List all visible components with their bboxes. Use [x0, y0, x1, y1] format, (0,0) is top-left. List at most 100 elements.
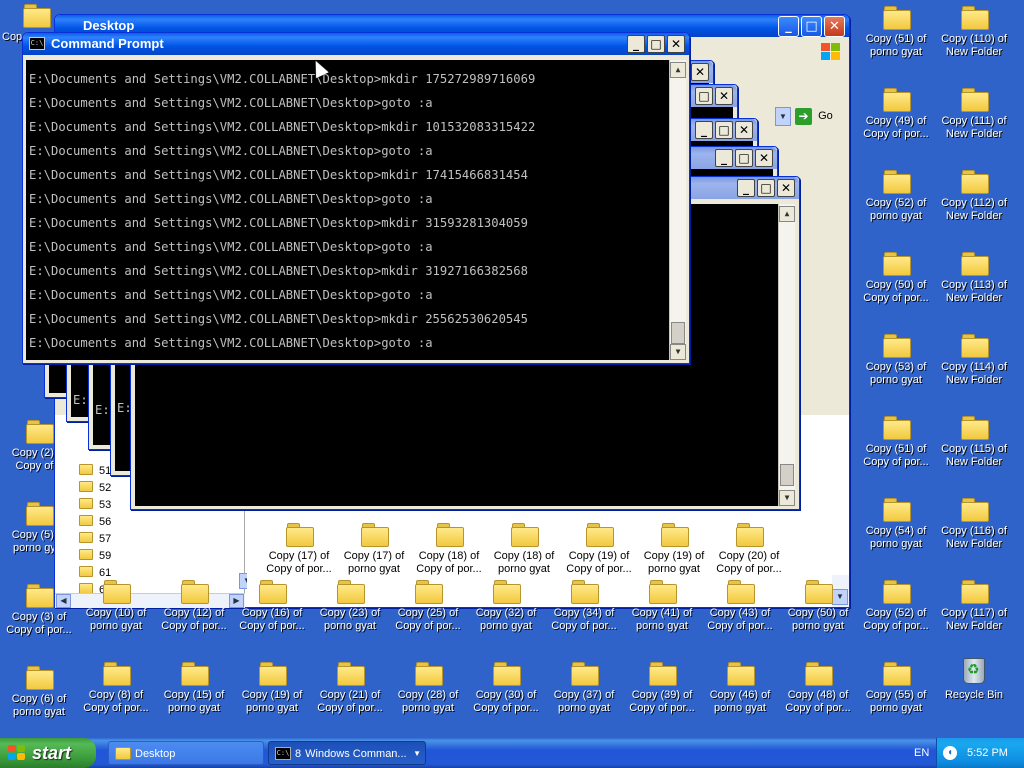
icon-label: porno gyat	[792, 620, 844, 632]
taskbar-button-label: Windows Comman...	[305, 748, 407, 760]
minimize-button[interactable]: _	[695, 121, 713, 139]
cmd-scrollbar[interactable]: ▲ ▼	[669, 60, 686, 360]
desktop-icon[interactable]: Copy (52) of Copy of por...	[858, 580, 934, 633]
desktop-icon[interactable]: Copy (30) of Copy of por...	[468, 662, 544, 715]
scroll-thumb[interactable]	[671, 322, 685, 344]
icon-label: Copy (116) of	[941, 525, 1007, 537]
start-button[interactable]: start	[0, 738, 96, 768]
address-dropdown-button[interactable]: ▼	[775, 107, 791, 126]
maximize-button[interactable]: □	[715, 121, 733, 139]
file-item[interactable]: Copy (17) of porno gyat	[336, 523, 412, 576]
desktop-icon[interactable]: Copy (51) of porno gyat	[858, 6, 934, 59]
close-button[interactable]: ✕	[824, 16, 845, 37]
desktop-icon[interactable]: Copy (116) of New Folder	[936, 498, 1012, 551]
desktop-icon[interactable]: Copy (50) of porno gyat	[780, 580, 856, 633]
language-indicator[interactable]: EN	[914, 738, 929, 768]
desktop-icon[interactable]: Copy (51) of Copy of por...	[858, 416, 934, 469]
desktop-icon[interactable]: Copy (16) of Copy of por...	[234, 580, 310, 633]
close-button[interactable]: ✕	[667, 35, 685, 53]
maximize-button[interactable]: □	[647, 35, 665, 53]
scroll-up-arrow[interactable]: ▲	[779, 206, 795, 222]
desktop-icon[interactable]: Copy (55) of porno gyat	[858, 662, 934, 715]
go-button[interactable]: ➔ Go	[795, 107, 839, 126]
icon-label: New Folder	[945, 620, 1003, 632]
desktop-icon[interactable]: Copy (41) of porno gyat	[624, 580, 700, 633]
cmd-console[interactable]: E:\Documents and Settings\VM2.COLLABNET\…	[26, 60, 686, 360]
desktop-icon[interactable]: Copy (117) of New Folder	[936, 580, 1012, 633]
desktop-icon[interactable]: Copy (48) of Copy of por...	[780, 662, 856, 715]
desktop-icon[interactable]: Copy (19) of porno gyat	[234, 662, 310, 715]
desktop-icon[interactable]: Copy (113) of New Folder	[936, 252, 1012, 305]
file-item[interactable]: Copy (18) of porno gyat	[486, 523, 562, 576]
desktop-icon[interactable]: Copy (111) of New Folder	[936, 88, 1012, 141]
desktop-icon[interactable]: Copy (25) of Copy of por...	[390, 580, 466, 633]
minimize-button[interactable]: _	[737, 179, 755, 197]
desktop-icon[interactable]: Copy (53) of porno gyat	[858, 334, 934, 387]
file-item[interactable]: Copy (19) of Copy of por...	[561, 523, 637, 576]
close-button[interactable]: ✕	[735, 121, 753, 139]
tree-item[interactable]: 51	[79, 463, 111, 480]
desktop-icon[interactable]: Copy (39) of Copy of por...	[624, 662, 700, 715]
desktop-icon[interactable]: Copy (15) of porno gyat	[156, 662, 232, 715]
desktop-icon[interactable]: Copy (8) of Copy of por...	[78, 662, 154, 715]
desktop-icon[interactable]: Copy (112) of New Folder	[936, 170, 1012, 223]
desktop-icon[interactable]: Copy (115) of New Folder	[936, 416, 1012, 469]
desktop-icon[interactable]: Copy (52) of porno gyat	[858, 170, 934, 223]
console-line: E:\Documents and Settings\VM2.COLLABNET\…	[29, 168, 528, 182]
tree-item[interactable]: 52	[79, 480, 111, 497]
minimize-button[interactable]: _	[627, 35, 645, 53]
maximize-button[interactable]: □	[801, 16, 822, 37]
close-button[interactable]: ✕	[715, 87, 733, 105]
scroll-left-arrow[interactable]: ◀	[56, 594, 71, 608]
minimize-button[interactable]: _	[715, 149, 733, 167]
desktop-icon[interactable]: Copy (32) of porno gyat	[468, 580, 544, 633]
desktop-icon[interactable]: Copy (54) of porno gyat	[858, 498, 934, 551]
desktop-icon[interactable]: Copy (114) of New Folder	[936, 334, 1012, 387]
clock[interactable]: 5:52 PM	[967, 738, 1008, 768]
cmd-titlebar[interactable]: C:\ Command Prompt _ □ ✕	[23, 33, 689, 55]
maximize-button[interactable]: □	[735, 149, 753, 167]
folder-icon	[883, 88, 911, 112]
tree-item[interactable]: 57	[79, 531, 111, 548]
scroll-down-arrow[interactable]: ▼	[670, 344, 686, 360]
volume-icon[interactable]: ◖	[943, 746, 957, 760]
tree-item[interactable]: 59	[79, 548, 111, 565]
tree-item[interactable]: 56	[79, 514, 111, 531]
recycle-bin[interactable]: Recycle Bin	[936, 658, 1012, 702]
desktop-icon[interactable]: Copy (6) of porno gyat	[1, 666, 77, 719]
close-button[interactable]: ✕	[777, 179, 795, 197]
scroll-down-arrow[interactable]: ▼	[779, 490, 795, 506]
desktop-icon[interactable]: Copy (37) of porno gyat	[546, 662, 622, 715]
tree-item[interactable]: 53	[79, 497, 111, 514]
taskbar-button-cmd-group[interactable]: C:\ 8 Windows Comman... ▼	[268, 741, 426, 765]
cmd-back-scrollbar[interactable]: ▲ ▼	[778, 204, 795, 506]
desktop-icon[interactable]: Copy (10) of porno gyat	[78, 580, 154, 633]
folder-icon	[586, 523, 614, 547]
scroll-up-arrow[interactable]: ▲	[670, 62, 686, 78]
scroll-thumb[interactable]	[780, 464, 794, 486]
desktop-icon[interactable]: Copy (21) of Copy of por...	[312, 662, 388, 715]
file-item[interactable]: Copy (18) of Copy of por...	[411, 523, 487, 576]
desktop-icon[interactable]: Copy (110) of New Folder	[936, 6, 1012, 59]
taskbar-button-desktop[interactable]: Desktop	[108, 741, 264, 765]
close-button[interactable]: ✕	[691, 63, 709, 81]
desktop-icon[interactable]: Copy (49) of Copy of por...	[858, 88, 934, 141]
file-item[interactable]: Copy (19) of porno gyat	[636, 523, 712, 576]
icon-label: Copy (34) of	[553, 607, 615, 619]
maximize-button[interactable]: □	[695, 87, 713, 105]
desktop-icon[interactable]: Copy (46) of porno gyat	[702, 662, 778, 715]
icon-label: Copy (114) of	[941, 361, 1007, 373]
minimize-button[interactable]: _	[778, 16, 799, 37]
desktop-icon[interactable]: Copy (50) of Copy of por...	[858, 252, 934, 305]
folder-icon	[26, 502, 54, 526]
desktop-icon[interactable]: Copy (28) of porno gyat	[390, 662, 466, 715]
desktop-icon[interactable]: Copy (12) of Copy of por...	[156, 580, 232, 633]
maximize-button[interactable]: □	[757, 179, 775, 197]
desktop-icon[interactable]: Copy (23) of porno gyat	[312, 580, 388, 633]
folder-icon	[883, 252, 911, 276]
desktop-icon[interactable]: Copy (43) of Copy of por...	[702, 580, 778, 633]
desktop-icon[interactable]: Copy (34) of Copy of por...	[546, 580, 622, 633]
file-item[interactable]: Copy (17) of Copy of por...	[261, 523, 337, 576]
close-button[interactable]: ✕	[755, 149, 773, 167]
file-item[interactable]: Copy (20) of Copy of por...	[711, 523, 787, 576]
